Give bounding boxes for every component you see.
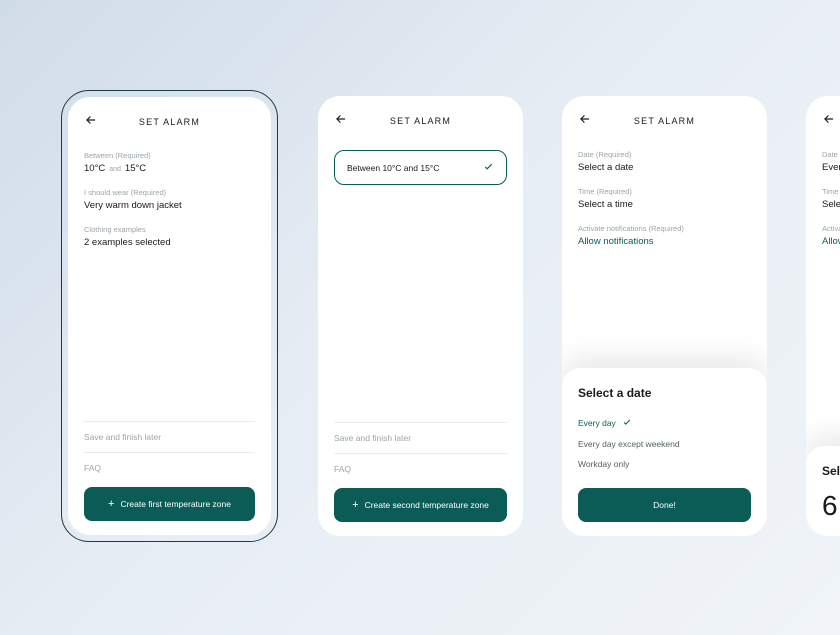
examples-field[interactable]: Clothing examples 2 examples selected xyxy=(84,225,255,248)
date-picker-sheet: Select a date Every day Every day except… xyxy=(562,368,767,536)
page-title: SET ALARM xyxy=(334,116,507,126)
cta-label: Create first temperature zone xyxy=(120,499,231,509)
temperature-range-chip[interactable]: Between 10°C and 15°C xyxy=(334,150,507,185)
time-field[interactable]: Time (Required) Select a time xyxy=(578,187,751,210)
sheet-title: Select a time xyxy=(822,464,840,478)
faq-link[interactable]: FAQ xyxy=(84,452,255,483)
header: SET ALARM xyxy=(84,115,255,129)
wear-value: Very warm down jacket xyxy=(84,200,255,211)
notif-label: Activate notifications (Required) xyxy=(578,224,751,233)
back-button[interactable] xyxy=(334,112,348,131)
date-value: Every day xyxy=(822,162,840,173)
date-label: Date (Required) xyxy=(822,150,840,159)
chip-label: Between 10°C and 15°C xyxy=(347,163,439,173)
phone-frame-4: Date (Required) Every day Time (Required… xyxy=(806,96,840,536)
time-field[interactable]: Time (Required) Select a time xyxy=(822,187,840,210)
notif-label: Activate notifications xyxy=(822,224,840,233)
date-field[interactable]: Date (Required) Every day xyxy=(822,150,840,173)
option-workday-only[interactable]: Workday only xyxy=(578,454,751,474)
examples-value: 2 examples selected xyxy=(84,237,255,248)
date-label: Date (Required) xyxy=(578,150,751,159)
screen-1: SET ALARM Between (Required) 10°C and 15… xyxy=(68,97,271,535)
cta-label: Done! xyxy=(653,500,676,510)
back-button[interactable] xyxy=(578,112,592,131)
option-every-day[interactable]: Every day xyxy=(578,412,751,434)
arrow-left-icon xyxy=(84,113,98,132)
sheet-title: Select a date xyxy=(578,386,751,400)
option-except-weekend[interactable]: Every day except weekend xyxy=(578,434,751,454)
page-title: SET ALARM xyxy=(578,116,751,126)
create-first-zone-button[interactable]: + Create first temperature zone xyxy=(84,487,255,521)
notifications-field[interactable]: Activate notifications Allow notificatio… xyxy=(822,224,840,247)
option-label: Workday only xyxy=(578,459,629,469)
temp-low: 10°C xyxy=(84,163,105,174)
time-value: Select a time xyxy=(822,199,840,210)
arrow-left-icon xyxy=(334,112,348,131)
back-button[interactable] xyxy=(822,112,836,131)
time-label: Time (Required) xyxy=(822,187,840,196)
examples-label: Clothing examples xyxy=(84,225,255,234)
check-icon xyxy=(622,417,632,429)
between-label: Between (Required) xyxy=(84,151,255,160)
wear-field[interactable]: I should wear (Required) Very warm down … xyxy=(84,188,255,211)
phone-frame-3: SET ALARM Date (Required) Select a date … xyxy=(562,96,767,536)
notif-value: Allow notifications xyxy=(822,236,840,247)
page-title: SET ALARM xyxy=(84,117,255,127)
arrow-left-icon xyxy=(822,112,836,131)
check-icon xyxy=(483,161,494,174)
phone-frame-2: SET ALARM Between 10°C and 15°C Save and… xyxy=(318,96,523,536)
date-field[interactable]: Date (Required) Select a date xyxy=(578,150,751,173)
time-display[interactable]: 6:30 xyxy=(822,490,840,522)
time-picker-sheet: Select a time 6:30 xyxy=(806,446,840,536)
notifications-field[interactable]: Activate notifications (Required) Allow … xyxy=(578,224,751,247)
header: SET ALARM xyxy=(334,114,507,128)
time-label: Time (Required) xyxy=(578,187,751,196)
header xyxy=(822,114,840,128)
between-field[interactable]: Between (Required) 10°C and 15°C xyxy=(84,151,255,174)
temp-high: 15°C xyxy=(125,163,146,174)
option-label: Every day xyxy=(578,418,616,428)
save-later-link[interactable]: Save and finish later xyxy=(84,421,255,452)
cta-label: Create second temperature zone xyxy=(365,500,489,510)
header: SET ALARM xyxy=(578,114,751,128)
screen-2: SET ALARM Between 10°C and 15°C Save and… xyxy=(318,96,523,536)
time-value: Select a time xyxy=(578,199,751,210)
screen-4: Date (Required) Every day Time (Required… xyxy=(806,96,840,536)
create-second-zone-button[interactable]: + Create second temperature zone xyxy=(334,488,507,522)
wear-label: I should wear (Required) xyxy=(84,188,255,197)
faq-link[interactable]: FAQ xyxy=(334,453,507,484)
save-later-link[interactable]: Save and finish later xyxy=(334,422,507,453)
date-value: Select a date xyxy=(578,162,751,173)
notif-value: Allow notifications xyxy=(578,236,751,247)
phone-frame-1: SET ALARM Between (Required) 10°C and 15… xyxy=(61,90,278,542)
between-value: 10°C and 15°C xyxy=(84,163,255,174)
done-button[interactable]: Done! xyxy=(578,488,751,522)
option-label: Every day except weekend xyxy=(578,439,680,449)
arrow-left-icon xyxy=(578,112,592,131)
temp-and: and xyxy=(109,166,121,173)
back-button[interactable] xyxy=(84,113,98,132)
screen-3: SET ALARM Date (Required) Select a date … xyxy=(562,96,767,536)
